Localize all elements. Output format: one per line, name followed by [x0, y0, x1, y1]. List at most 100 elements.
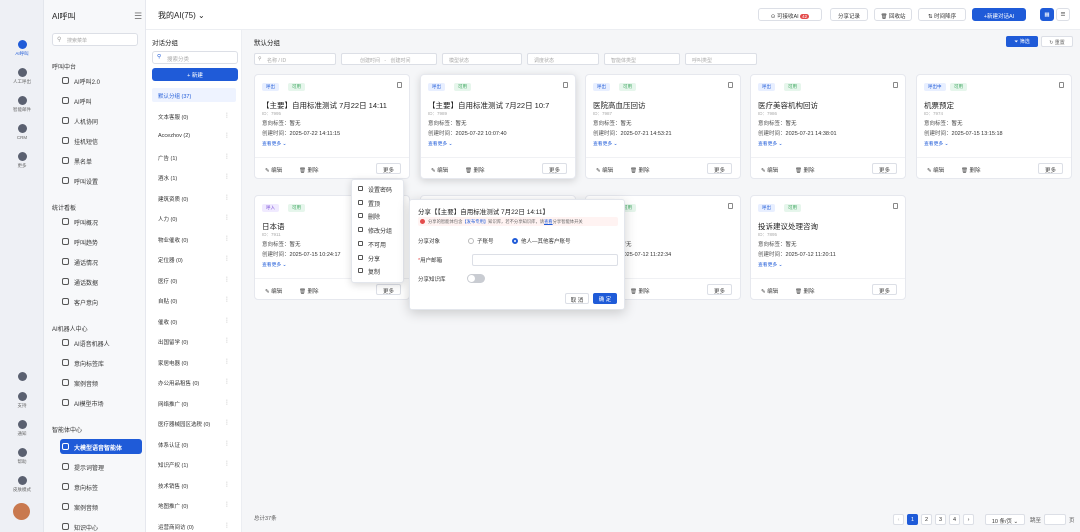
- group-item[interactable]: 催收 (0) ⋮: [152, 314, 236, 328]
- edit-button[interactable]: ✎ 编辑: [761, 164, 784, 175]
- rail-item-9[interactable]: 皮肤模式: [0, 476, 44, 493]
- menu-item[interactable]: 人机协同: [60, 113, 142, 128]
- date-range-filter[interactable]: 创建时间 - 创建时间: [341, 53, 437, 65]
- group-item[interactable]: 人力 (0) ⋮: [152, 211, 236, 225]
- group-item[interactable]: 网络推广 (0) ⋮: [152, 396, 236, 410]
- edit-button[interactable]: ✎ 编辑: [927, 164, 950, 175]
- my-ai-title[interactable]: 我的AI(75) ⌄: [158, 10, 205, 21]
- delete-button[interactable]: 🗑 删除: [465, 164, 491, 175]
- group-item[interactable]: 建筑资质 (0) ⋮: [152, 191, 236, 205]
- more-vertical-icon[interactable]: ⋮: [224, 255, 230, 262]
- view-more-link[interactable]: 查看更多 ⌄: [758, 140, 783, 147]
- group-item[interactable]: 家居电器 (0) ⋮: [152, 355, 236, 369]
- next-page-icon[interactable]: ›: [963, 514, 974, 525]
- page-1[interactable]: 1: [907, 514, 918, 525]
- group-item[interactable]: 医疗器械园区选税 (0) ⋮: [152, 416, 236, 430]
- page-3[interactable]: 3: [935, 514, 946, 525]
- view-more-link[interactable]: 查看更多 ⌄: [758, 261, 783, 268]
- edit-button[interactable]: ✎ 编辑: [431, 164, 454, 175]
- pin-icon[interactable]: [893, 82, 898, 88]
- more-vertical-icon[interactable]: ⋮: [224, 337, 230, 344]
- more-vertical-icon[interactable]: ⋮: [224, 358, 230, 365]
- rail-item-1[interactable]: 人工呼出: [0, 68, 44, 85]
- menu-item[interactable]: 案例音频: [60, 375, 142, 390]
- group-item[interactable]: 默认分组 (37): [152, 88, 236, 102]
- view-more-link[interactable]: 查看更多 ⌄: [924, 140, 949, 147]
- more-vertical-icon[interactable]: ⋮: [224, 481, 230, 488]
- ai-card[interactable]: 呼出 可用 投诉建议处理咨询 ID：7895 意向标签：暂无 创建时间：2025-07-1…: [750, 195, 906, 300]
- more-vertical-icon[interactable]: ⋮: [224, 378, 230, 385]
- prev-page-icon[interactable]: ‹: [893, 514, 904, 525]
- more-vertical-icon[interactable]: ⋮: [224, 112, 230, 119]
- menu-item[interactable]: 呼叫设置: [60, 173, 142, 188]
- delete-button[interactable]: 🗑 删除: [299, 285, 325, 296]
- dispatch-status-filter[interactable]: 调度状态: [527, 53, 599, 65]
- radio-sub-account[interactable]: 子账号: [468, 237, 494, 245]
- ai-card[interactable]: 呼出 可用 医疗美容机构回访 ID：7986 意向标签：暂无 创建时间：2025-07-2…: [750, 74, 906, 179]
- menu-item[interactable]: 通话数据: [60, 274, 142, 289]
- ai-card[interactable]: 呼出 可用 医院高血压回访 ID：7987 意向标签：暂无 创建时间：2025-07-21…: [585, 74, 741, 179]
- name-id-filter[interactable]: ⚲ 名称 / ID: [254, 53, 336, 65]
- add-group-button[interactable]: + 新建: [152, 68, 238, 81]
- more-vertical-icon[interactable]: ⋮: [224, 317, 230, 324]
- menu-item[interactable]: 意向标签: [60, 479, 142, 494]
- view-more-link[interactable]: 查看更多 ⌄: [262, 261, 287, 268]
- menu-item-lock[interactable]: 设置密码: [358, 185, 392, 194]
- edit-button[interactable]: ✎ 编辑: [265, 285, 288, 296]
- more-button[interactable]: 更多: [375, 284, 401, 295]
- menu-item[interactable]: 知识中心: [60, 519, 142, 532]
- sort-button[interactable]: ⇅ 时间降序: [918, 8, 966, 21]
- view-more-link[interactable]: 查看更多 ⌄: [593, 140, 618, 147]
- more-vertical-icon[interactable]: ⋮: [224, 132, 230, 139]
- more-button[interactable]: 更多: [706, 163, 732, 174]
- group-item[interactable]: 广告 (1) ⋮: [152, 150, 236, 164]
- menu-item[interactable]: AI呼叫: [60, 93, 142, 108]
- rail-item-2[interactable]: 智能邮件: [0, 96, 44, 113]
- group-item[interactable]: Accezhov (2) ⋮: [152, 129, 236, 143]
- grid-view-icon[interactable]: ▦: [1040, 8, 1054, 21]
- more-vertical-icon[interactable]: ⋮: [224, 460, 230, 467]
- menu-item[interactable]: 呼叫趋势: [60, 234, 142, 249]
- group-item[interactable]: 物业催收 (0) ⋮: [152, 232, 236, 246]
- delete-button[interactable]: 🗑 删除: [630, 285, 656, 296]
- group-item[interactable]: 技术销售 (0) ⋮: [152, 478, 236, 492]
- more-button[interactable]: 更多: [1037, 163, 1063, 174]
- delete-button[interactable]: 🗑 删除: [795, 164, 821, 175]
- more-button[interactable]: 更多: [871, 284, 897, 295]
- rail-item-0[interactable]: AI呼叫: [0, 40, 44, 57]
- more-button[interactable]: 更多: [871, 163, 897, 174]
- group-item[interactable]: 运营商间访 (0) ⋮: [152, 519, 236, 532]
- user-email-input[interactable]: [472, 254, 618, 266]
- pin-icon[interactable]: [397, 82, 402, 88]
- menu-item[interactable]: 客户意向: [60, 294, 142, 309]
- edit-button[interactable]: ✎ 编辑: [761, 285, 784, 296]
- menu-item[interactable]: AI语音机器人: [60, 335, 142, 350]
- menu-item-folder-edit[interactable]: 修改分组: [358, 226, 392, 235]
- group-item[interactable]: 地图推广 (0) ⋮: [152, 498, 236, 512]
- menu-item-trash[interactable]: 删除: [358, 212, 380, 221]
- pin-icon[interactable]: [563, 82, 568, 88]
- menu-item[interactable]: 大模型语音智能体: [60, 439, 142, 454]
- menu-item-ban[interactable]: 不可用: [358, 240, 386, 249]
- group-item[interactable]: 定位器 (0) ⋮: [152, 252, 236, 266]
- more-button[interactable]: 更多: [375, 163, 401, 174]
- more-vertical-icon[interactable]: ⋮: [224, 194, 230, 201]
- group-item[interactable]: 办公用品租售 (0) ⋮: [152, 375, 236, 389]
- share-kb-toggle[interactable]: [467, 274, 485, 283]
- group-item[interactable]: 体系认证 (0) ⋮: [152, 437, 236, 451]
- menu-item[interactable]: 提示词管理: [60, 459, 142, 474]
- group-item[interactable]: 知识产权 (1) ⋮: [152, 457, 236, 471]
- group-item[interactable]: 出国留学 (0) ⋮: [152, 334, 236, 348]
- more-vertical-icon[interactable]: ⋮: [224, 214, 230, 221]
- group-item[interactable]: 自贴 (0) ⋮: [152, 293, 236, 307]
- ai-card[interactable]: 呼出中 可用 机票预定 ID：7974 意向标签：暂无 创建时间：2025-07-15 1…: [916, 74, 1072, 179]
- view-more-link[interactable]: 查看更多 ⌄: [262, 140, 287, 147]
- reset-button[interactable]: ↻ 重置: [1041, 36, 1073, 47]
- menu-item[interactable]: 通话情况: [60, 254, 142, 269]
- menu-item[interactable]: 挂机短信: [60, 133, 142, 148]
- ai-card[interactable]: 呼出 可用 【主要】自用标准测试 7月22日 10:7 ID：7989 意向标签：暂无创…: [420, 74, 576, 179]
- delete-button[interactable]: 🗑 删除: [299, 164, 325, 175]
- rail-item-4[interactable]: 更多: [0, 152, 44, 169]
- call-type-filter[interactable]: 呼叫类型: [685, 53, 757, 65]
- group-item[interactable]: 酒水 (1) ⋮: [152, 170, 236, 184]
